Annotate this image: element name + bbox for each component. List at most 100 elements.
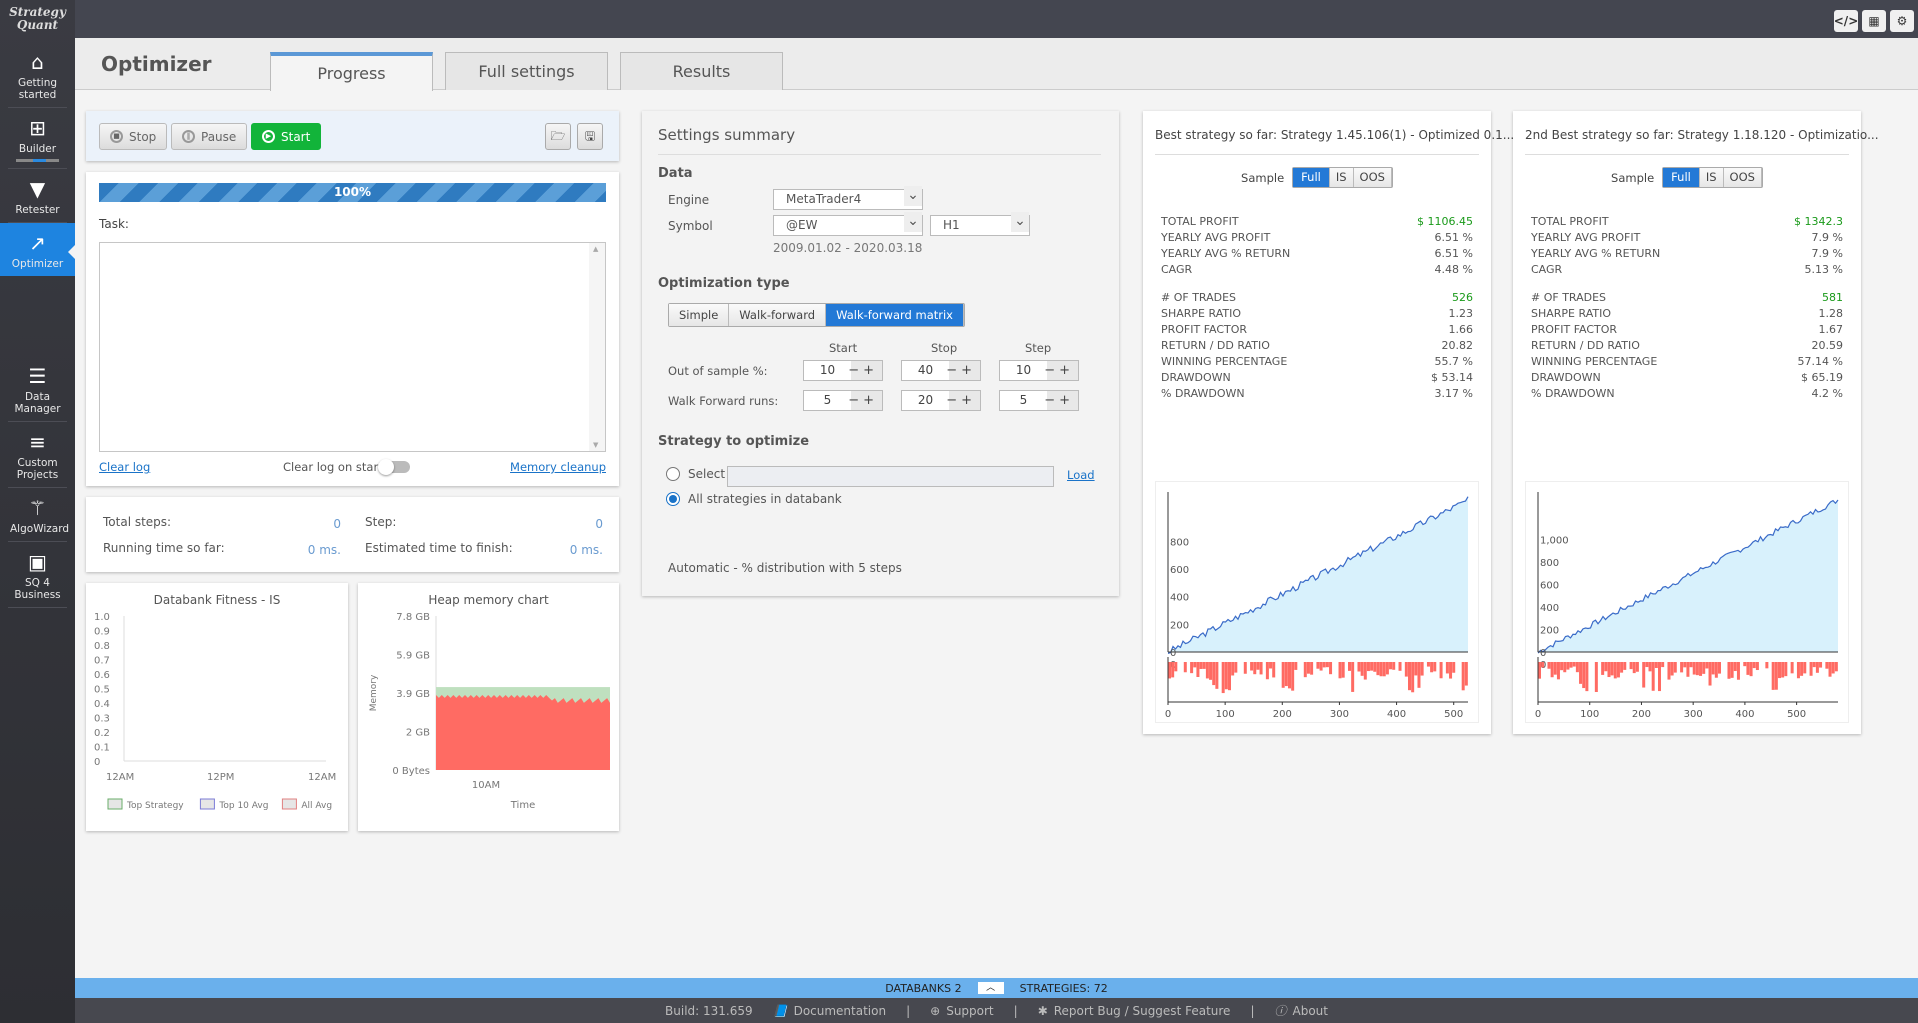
database-icon: ☰ [28,364,47,388]
drawdown-bar [1683,662,1687,668]
drawdown-bar [1579,662,1583,684]
timeframe-select[interactable]: H1 [930,212,1030,236]
opt-type-simple[interactable]: Simple [669,304,730,326]
symbol-select[interactable]: @EW [773,212,923,236]
heap-chart: 7.8 GB 5.9 GB 3.9 GB 2 GB 0 Bytes 10AM Time Mem… [369,612,610,811]
drawdown-bar [1692,662,1696,675]
wfr-start-stepper[interactable]: 5 −+ [803,390,883,411]
oos-stop-stepper[interactable]: 40 −+ [901,360,981,381]
metric-row: # OF TRADES 526 [1161,290,1473,306]
metric-value: 7.9 % [1811,247,1843,260]
strategy-select-input[interactable] [727,466,1054,487]
select-strategy-radio[interactable] [666,467,680,481]
metric-label: # OF TRADES [1531,291,1607,304]
drawdown-bar [1736,662,1740,680]
drawdown-bar [1547,662,1551,669]
drawdown-bar [1420,662,1424,676]
drawdown-bar [1632,662,1636,674]
drawdown-bar [1651,662,1655,691]
support-link[interactable]: ⊕ Support [930,1004,994,1018]
drawdown-bar [1316,662,1320,669]
documentation-link[interactable]: 📘 Documentation [773,1004,886,1018]
drawdown-bar [1658,662,1661,692]
builder-progress [16,159,59,162]
sidebar-item-optimizer[interactable]: ↗ Optimizer [0,223,75,276]
drawdown-bar [1357,662,1361,672]
wfr-step-stepper[interactable]: 5 −+ [999,390,1079,411]
sidebar-item-getting-started[interactable]: ⌂ Getting started [8,42,67,108]
x-tick-label: 500 [1444,709,1463,720]
used-memory-area [436,694,610,770]
sample-full[interactable]: Full [1293,168,1330,187]
drawdown-bar [1831,662,1835,674]
drawdown-bar [1341,662,1345,678]
memory-cleanup-link[interactable]: Memory cleanup [510,460,606,474]
expand-databanks-button[interactable]: ︿ [977,982,1004,994]
drawdown-bar [1288,662,1291,689]
report-bug-link[interactable]: ✱ Report Bug / Suggest Feature [1038,1004,1231,1018]
sample-oos[interactable]: OOS [1723,168,1762,187]
x-tick-label: 300 [1330,709,1349,720]
x-tick-label: 500 [1787,709,1806,720]
sample-is[interactable]: IS [1699,168,1724,187]
opt-type-walk-forward-matrix[interactable]: Walk-forward matrix [826,304,964,326]
sidebar-item-algowizard[interactable]: ⚚ AlgoWizard [8,488,69,542]
drawdown-bar [1749,662,1753,677]
start-button[interactable]: ▶ Start [251,123,322,150]
metric-value: 55.7 % [1434,355,1473,368]
engine-select[interactable]: MetaTrader4 [773,186,923,210]
oos-step-stepper[interactable]: 10 −+ [999,360,1079,381]
metric-value: $ 65.19 [1801,371,1843,384]
drawdown-bar [1212,662,1216,686]
metric-label: CAGR [1161,263,1193,276]
sidebar-item-builder[interactable]: ⊞ Builder [8,108,67,169]
clear-log-on-start-toggle[interactable] [378,459,410,475]
drawdown-bar [1379,662,1383,677]
y-tick-label: 7.8 GB [396,612,430,623]
log-textarea[interactable] [99,242,606,452]
sample-full[interactable]: Full [1663,168,1700,187]
sample-oos[interactable]: OOS [1353,168,1392,187]
drawdown-bar [1796,662,1800,679]
pause-button[interactable]: ‖ Pause [171,123,248,150]
stop-button[interactable]: ■ Stop [99,123,168,150]
stop-icon: ■ [110,130,123,143]
metric-row: YEARLY AVG % RETURN 6.51 % [1161,246,1473,262]
task-panel: 100% Task: Clear log Clear log on start … [86,172,619,486]
tab-progress[interactable]: Progress [270,52,433,91]
sidebar-item-sq4business[interactable]: ▣ SQ 4 Business [8,542,67,608]
tab-full-settings[interactable]: Full settings [445,52,608,90]
drawdown-bar [1784,662,1788,677]
oos-start-stepper[interactable]: 10 −+ [803,360,883,381]
pause-icon: ‖ [182,130,195,143]
y-tick-label: 1.0 [94,612,110,623]
drawdown-bar [1781,662,1785,678]
open-folder-icon[interactable]: 🗁 [545,123,571,150]
code-icon[interactable]: </> [1834,10,1858,32]
sidebar-item-data-manager[interactable]: ☰ Data Manager [8,356,67,422]
gear-icon[interactable]: ⚙ [1890,10,1914,32]
drawdown-bar [1819,662,1823,668]
equity-chart: 1,000800600400200000100200300400500 [1535,492,1839,720]
equity-chart-container: 1,000800600400200000100200300400500 [1525,481,1849,723]
drawdown-bar [1389,662,1393,670]
about-link[interactable]: ⓘ About [1274,1002,1328,1019]
sample-is[interactable]: IS [1329,168,1354,187]
server-icon: ≡ [29,430,46,454]
y-tick-label: 600 [1170,565,1189,576]
sidebar-item-retester[interactable]: ▼ Retester [8,169,67,223]
wfr-stop-stepper[interactable]: 20 −+ [901,390,981,411]
clear-log-link[interactable]: Clear log [99,460,150,474]
all-strategies-radio[interactable] [666,492,680,506]
load-link[interactable]: Load [1067,468,1095,482]
log-scrollbar[interactable] [589,243,605,451]
grid-icon[interactable]: ▦ [1862,10,1886,32]
sidebar-item-custom-projects[interactable]: ≡ Custom Projects [8,422,67,488]
drawdown-bar [1695,662,1699,676]
opt-type-walk-forward[interactable]: Walk-forward [729,304,827,326]
tab-results[interactable]: Results [620,52,783,90]
drawdown-bar [1272,662,1276,678]
x-tick-label: 400 [1735,709,1754,720]
y-tick-label: 0.2 [94,728,110,739]
save-icon[interactable]: 🖫 [577,123,603,150]
